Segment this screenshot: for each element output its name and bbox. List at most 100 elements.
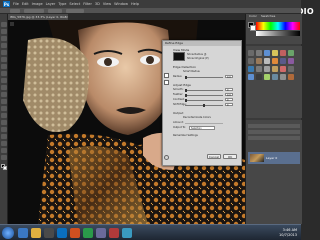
option-control[interactable]	[24, 9, 44, 13]
blend-mode-select[interactable]	[248, 130, 300, 134]
type-tool-icon[interactable]	[1, 127, 7, 132]
adjustment-icon[interactable]	[256, 58, 262, 64]
adjustment-icon[interactable]	[248, 58, 254, 64]
help-icon[interactable]	[164, 155, 169, 160]
cancel-button[interactable]: Cancel	[207, 154, 221, 159]
decontaminate-colors-checkbox[interactable]: Decontaminate Colors	[183, 116, 211, 119]
adjustment-icon[interactable]	[272, 58, 278, 64]
zoom-tool-icon[interactable]	[1, 155, 7, 160]
feather-slider-handle[interactable]	[185, 93, 187, 97]
path-select-tool-icon[interactable]	[1, 134, 7, 139]
menu-3d[interactable]: 3D	[95, 2, 100, 6]
pen-tool-icon[interactable]	[1, 120, 7, 125]
lock-options-bar[interactable]	[248, 136, 300, 140]
grayscale-ramp[interactable]	[256, 31, 300, 36]
adjustment-icon[interactable]	[272, 74, 278, 80]
history-brush-tool-icon[interactable]	[1, 85, 7, 90]
menu-layer[interactable]: Layer	[46, 2, 56, 6]
ie-icon[interactable]	[18, 228, 28, 238]
shift-edge-slider-handle[interactable]	[203, 103, 205, 107]
amount-slider[interactable]	[185, 122, 223, 124]
adjustment-icon[interactable]	[248, 74, 254, 80]
app-taskbar-icon[interactable]	[70, 228, 80, 238]
show-radius-checkbox[interactable]: Show Radius (J)	[187, 53, 206, 56]
option-control[interactable]	[48, 9, 62, 13]
app-taskbar-icon[interactable]	[109, 228, 119, 238]
adjustment-icon[interactable]	[280, 66, 286, 72]
adjustment-icon[interactable]	[248, 50, 254, 56]
shape-tool-icon[interactable]	[1, 141, 7, 146]
zoom-tool-icon[interactable]	[164, 73, 169, 78]
remember-settings-checkbox[interactable]: Remember Settings	[173, 134, 198, 137]
feather-slider[interactable]	[185, 94, 223, 96]
radius-slider-handle[interactable]	[185, 75, 187, 79]
adjustment-icon[interactable]	[288, 50, 294, 56]
radius-slider[interactable]	[185, 76, 223, 78]
adjustment-icon[interactable]	[280, 50, 286, 56]
contrast-slider[interactable]	[185, 99, 223, 101]
adjustment-icon[interactable]	[256, 66, 262, 72]
photoshop-taskbar-icon[interactable]	[57, 228, 67, 238]
radius-field[interactable]: 0.0	[225, 75, 233, 79]
menu-image[interactable]: Image	[32, 2, 43, 6]
adjustment-icon[interactable]	[272, 66, 278, 72]
adjustment-icon[interactable]	[248, 66, 254, 72]
feather-field[interactable]: 0.0	[225, 93, 233, 97]
media-player-icon[interactable]	[44, 228, 54, 238]
blur-tool-icon[interactable]	[1, 106, 7, 111]
adjustment-icon[interactable]	[264, 66, 270, 72]
menu-help[interactable]: Help	[131, 2, 139, 6]
start-button[interactable]	[2, 227, 14, 239]
smart-radius-checkbox[interactable]: Smart Radius	[183, 70, 200, 73]
adjustment-icon[interactable]	[264, 50, 270, 56]
quick-select-tool-icon[interactable]	[1, 43, 7, 48]
tab-color[interactable]: Color	[248, 14, 258, 18]
adjustment-icon[interactable]	[264, 74, 270, 80]
menu-file[interactable]: File	[13, 2, 19, 6]
adjustment-icon[interactable]	[280, 74, 286, 80]
adjustment-icon[interactable]	[256, 50, 262, 56]
adjustment-icon[interactable]	[288, 66, 294, 72]
menu-type[interactable]: Type	[58, 2, 66, 6]
output-to-select[interactable]: Selection	[189, 126, 215, 130]
background-color-swatch[interactable]	[3, 166, 7, 170]
gradient-tool-icon[interactable]	[1, 99, 7, 104]
adjustment-icon[interactable]	[272, 50, 278, 56]
contrast-slider-handle[interactable]	[185, 98, 187, 102]
healing-brush-tool-icon[interactable]	[1, 64, 7, 69]
marquee-tool-icon[interactable]	[1, 29, 7, 34]
tool-preset-picker[interactable]	[10, 9, 20, 13]
move-tool-icon[interactable]	[1, 22, 7, 27]
app-taskbar-icon[interactable]	[96, 228, 106, 238]
lasso-tool-icon[interactable]	[1, 36, 7, 41]
dodge-tool-icon[interactable]	[1, 113, 7, 118]
menu-window[interactable]: Window	[114, 2, 128, 6]
system-clock[interactable]: 3:46 AM 10/7/2013	[279, 228, 297, 237]
menu-select[interactable]: Select	[69, 2, 80, 6]
adjustment-icon[interactable]	[288, 74, 294, 80]
adjustment-icon[interactable]	[256, 74, 262, 80]
tab-swatches[interactable]: Swatches	[260, 14, 276, 18]
brush-tool-icon[interactable]	[1, 71, 7, 76]
app-taskbar-icon[interactable]	[122, 228, 132, 238]
adjustment-icon[interactable]	[280, 58, 286, 64]
ok-button[interactable]: OK	[223, 154, 237, 159]
adjustment-icon[interactable]	[264, 58, 270, 64]
clone-stamp-tool-icon[interactable]	[1, 78, 7, 83]
app-taskbar-icon[interactable]	[83, 228, 93, 238]
color-spectrum[interactable]	[256, 22, 300, 30]
option-control[interactable]	[66, 9, 84, 13]
menu-filter[interactable]: Filter	[83, 2, 92, 6]
eraser-tool-icon[interactable]	[1, 92, 7, 97]
menu-edit[interactable]: Edit	[22, 2, 29, 6]
smooth-slider[interactable]	[185, 89, 223, 91]
shift-edge-field[interactable]: 0	[225, 103, 233, 107]
layer-filter-bar[interactable]	[248, 124, 300, 128]
eyedropper-tool-icon[interactable]	[1, 57, 7, 62]
adjustment-icon[interactable]	[288, 58, 294, 64]
show-original-checkbox[interactable]: Show Original (P)	[187, 57, 209, 60]
smooth-slider-handle[interactable]	[185, 88, 187, 92]
refine-radius-tool-icon[interactable]	[164, 80, 169, 85]
smooth-field[interactable]: 0	[225, 88, 233, 92]
crop-tool-icon[interactable]	[1, 50, 7, 55]
